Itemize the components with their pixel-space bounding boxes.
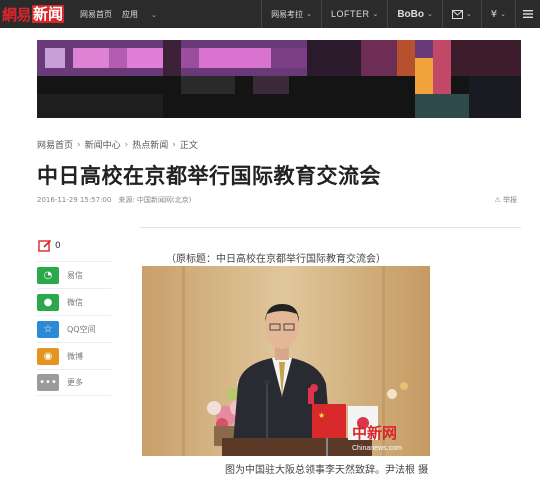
weibo-icon: ◉ [37, 347, 59, 365]
share-label: 微博 [67, 351, 83, 361]
nav-lofter-label: LOFTER [330, 9, 370, 19]
nav-home-link[interactable]: 网易首页 [80, 9, 112, 20]
nav-payment-menu[interactable]: ¥ ⌄ [480, 0, 515, 28]
photo-caption: 图为中国驻大阪总领事李天然致辞。尹法根 摄 [225, 465, 429, 476]
original-title: （原标题：中日高校在京都举行国际教育交流会） [166, 254, 386, 265]
nav-bobo-label: BoBo [397, 8, 424, 20]
banner-block [199, 48, 271, 68]
banner-block [127, 48, 163, 68]
banner-block [181, 76, 235, 94]
share-label: 微信 [67, 297, 83, 307]
banner-block [37, 94, 163, 118]
banner-block [163, 40, 181, 76]
chevron-down-icon: ⌄ [306, 10, 312, 18]
page-title: 中日高校在京都举行国际教育交流会 [37, 164, 381, 188]
banner-block [469, 76, 521, 118]
watermark-url: Chinanews.com [352, 445, 402, 452]
article-photo: ★ 中新网 Chinanews.com [142, 266, 430, 456]
more-icon: ••• [37, 374, 59, 391]
menu-icon [523, 10, 533, 18]
nav-lofter-menu[interactable]: LOFTER ⌄ [320, 0, 387, 28]
share-qzone[interactable]: ☆ QQ空间 [37, 315, 111, 342]
nav-kaola-label: 网易考拉 [271, 9, 304, 19]
share-more[interactable]: ••• 更多 [37, 369, 111, 396]
chevron-right-icon: › [172, 139, 176, 150]
banner-block [361, 40, 397, 76]
yen-icon: ¥ [490, 8, 498, 20]
wechat-icon: ● [37, 293, 59, 311]
share-label: 易信 [67, 270, 83, 280]
nav-menu-button[interactable] [515, 0, 540, 28]
chevron-down-icon: ⌄ [465, 10, 472, 18]
breadcrumb-current: 正文 [179, 141, 198, 151]
nav-mail-menu[interactable]: ⌄ [441, 0, 481, 28]
mail-icon [451, 9, 463, 19]
nav-apps-menu[interactable]: 应用 ⌄ [122, 9, 167, 20]
top-bar: 網易 新闻 网易首页 应用 ⌄ 网易考拉 ⌄ LOFTER ⌄ BoBo ⌄ ⌄ ¥ ⌄ [0, 0, 540, 28]
banner-block [73, 48, 109, 68]
banner-block [253, 76, 289, 94]
banner-ad[interactable] [37, 40, 521, 118]
top-nav-left: 网易首页 应用 ⌄ [80, 0, 177, 28]
content-divider [140, 227, 521, 228]
banner-block [415, 94, 469, 118]
edit-comment-icon [38, 239, 52, 252]
chevron-down-icon: ⌄ [372, 10, 379, 18]
comment-count-button[interactable]: 0 [38, 239, 61, 253]
yixin-icon: ◔ [37, 266, 59, 284]
banner-block [45, 48, 65, 68]
warning-icon: ⚠ [494, 196, 501, 204]
comment-count: 0 [55, 241, 61, 251]
banner-block [307, 40, 361, 76]
report-link[interactable]: ⚠ 举报 [494, 195, 517, 205]
nav-kaola-menu[interactable]: 网易考拉 ⌄ [261, 0, 321, 28]
nav-apps-label: 应用 [122, 9, 138, 19]
banner-block [415, 58, 433, 94]
share-wechat[interactable]: ● 微信 [37, 288, 111, 315]
banner-block [109, 48, 127, 68]
breadcrumb-hot-news[interactable]: 热点新闻 [132, 138, 168, 151]
photo-scene: ★ 中新网 Chinanews.com [142, 266, 430, 456]
chevron-down-icon: ⌄ [427, 10, 433, 18]
flag-star-icon: ★ [318, 411, 325, 420]
share-yixin[interactable]: ◔ 易信 [37, 261, 111, 288]
banner-block [433, 40, 451, 94]
chevron-down-icon: ⌄ [500, 10, 506, 18]
chevron-right-icon: › [124, 139, 129, 150]
share-label: 更多 [67, 378, 83, 387]
article-meta: 2016-11-29 15:57:00 来源: 中国新闻网(北京) [37, 196, 192, 204]
banner-block [397, 40, 415, 76]
logo-mark: 網易 [2, 5, 32, 24]
banner-block [271, 48, 307, 68]
chevron-right-icon: › [77, 139, 81, 150]
top-nav-right: 网易考拉 ⌄ LOFTER ⌄ BoBo ⌄ ⌄ ¥ ⌄ [261, 0, 540, 28]
share-label: QQ空间 [67, 324, 96, 334]
qzone-icon: ☆ [37, 320, 59, 338]
share-weibo[interactable]: ◉ 微博 [37, 342, 111, 369]
chevron-down-icon: ⌄ [151, 10, 157, 19]
breadcrumb: 网易首页 › 新闻中心 › 热点新闻 › 正文 [37, 138, 198, 152]
nav-bobo-menu[interactable]: BoBo ⌄ [387, 0, 442, 28]
banner-block [181, 48, 199, 68]
breadcrumb-home[interactable]: 网易首页 [37, 138, 73, 151]
report-label: 举报 [503, 196, 517, 204]
share-list: ◔ 易信 ● 微信 ☆ QQ空间 ◉ 微博 ••• 更多 [37, 261, 111, 396]
watermark-logo: 中新网 [352, 424, 397, 442]
logo-sub: 新闻 [32, 5, 65, 23]
breadcrumb-news-center[interactable]: 新闻中心 [85, 138, 121, 151]
banner-block [451, 40, 521, 76]
netease-news-logo[interactable]: 網易 新闻 [2, 4, 65, 24]
